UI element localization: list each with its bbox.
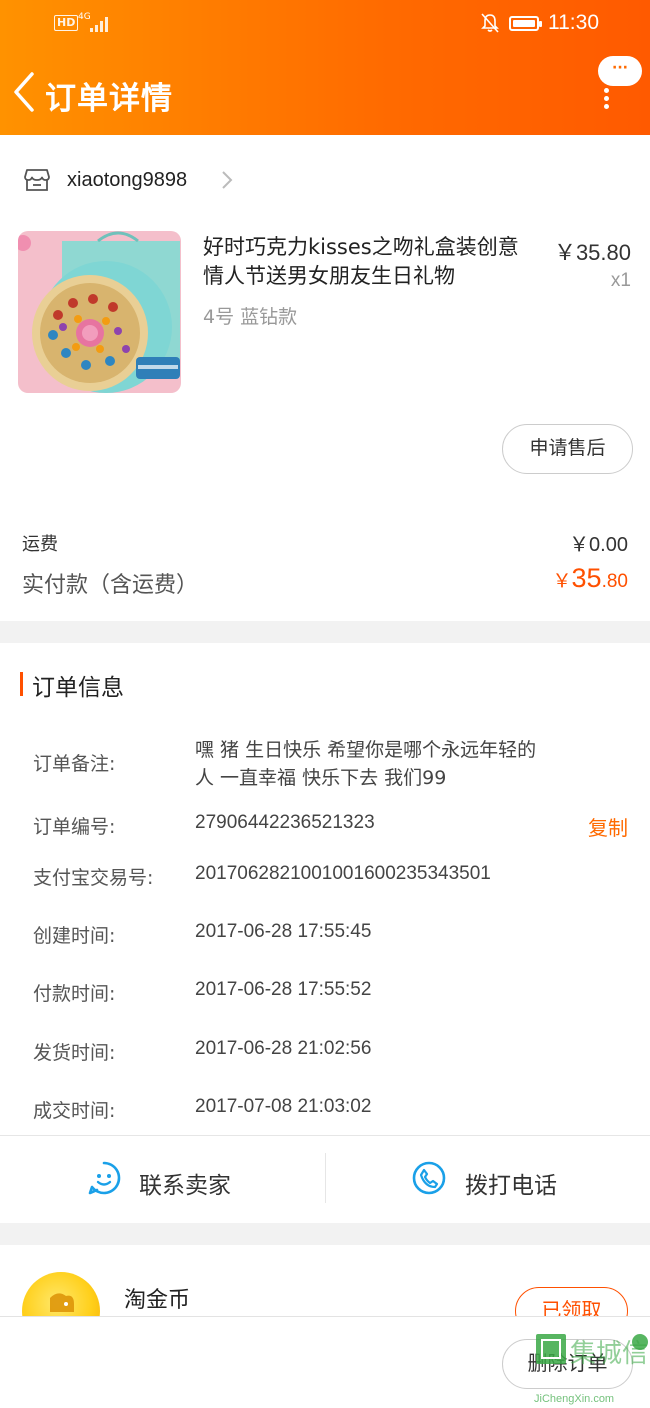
completed-time-value: 2017-07-08 21:03:02 (195, 1096, 372, 1117)
contact-seller-button[interactable]: 联系卖家 (0, 1146, 325, 1212)
shipped-time-label: 发货时间: (33, 1042, 116, 1064)
paid-currency: ￥ (552, 571, 572, 592)
product-title[interactable]: 好时巧克力kisses之吻礼盒装创意情人节送男女朋友生日礼物 (203, 233, 533, 291)
watermark-url: JiChengXin.com (534, 1393, 614, 1405)
paid-time-label: 付款时间: (33, 983, 116, 1005)
product-thumbnail[interactable] (18, 231, 181, 393)
more-menu-icon[interactable] (603, 88, 611, 109)
status-bar: HD 4G 11:30 (0, 0, 650, 50)
back-chevron-icon[interactable] (10, 70, 40, 114)
app-header: HD 4G 11:30 订单详情 ··· (0, 0, 650, 135)
contact-seller-label: 联系卖家 (139, 1173, 231, 1199)
order-detail-page: HD 4G 11:30 订单详情 ··· xiaotong9898 好时巧克力k… (0, 0, 650, 1408)
section-title: 订单信息 (32, 675, 124, 701)
coin-name: 淘金币 (124, 1288, 191, 1313)
order-number-value: 2790644223652132​3 (195, 812, 375, 833)
completed-time-label: 成交时间: (33, 1100, 116, 1122)
watermark-title: 集城信 (570, 1339, 648, 1369)
shipping-value: ￥0.00 (569, 534, 628, 556)
after-sale-button[interactable]: 申请售后 (502, 424, 633, 474)
mute-bell-icon (481, 13, 499, 33)
chevron-right-icon[interactable] (220, 170, 234, 190)
created-time-value: 2017-06-28 17:55:45 (195, 921, 372, 942)
status-time: 11:30 (548, 11, 599, 34)
alipay-trade-value: 2017062821001001600235343501 (195, 863, 491, 884)
order-product-card: xiaotong9898 好时巧克力kisses之吻礼盒装创意情人节送男女朋友生… (0, 135, 650, 621)
store-icon (24, 169, 50, 191)
created-time-label: 创建时间: (33, 925, 116, 947)
paid-amount: ￥35.80 (553, 563, 628, 594)
phone-icon (412, 1161, 446, 1195)
paid-decimal: .80 (601, 571, 628, 592)
battery-icon (509, 16, 542, 31)
paid-time-value: 2017-06-28 17:55:52 (195, 979, 372, 1000)
signal-icon (90, 16, 110, 32)
section-accent-bar (20, 672, 23, 696)
order-note-label: 订单备注: (33, 753, 116, 775)
page-title: 订单详情 (45, 81, 173, 117)
chat-smile-icon (88, 1161, 121, 1195)
order-info-card: 订单信息 订单备注: 嘿 猪 生日快乐 希望你是哪个永远年轻的人 一直幸福 快乐… (0, 643, 650, 1223)
paid-integer: 35 (571, 563, 602, 593)
alipay-trade-label: 支付宝交易号: (33, 867, 154, 889)
watermark-logo: 集城信 JiChengXin.com (534, 1334, 648, 1405)
divider (0, 1135, 650, 1136)
call-phone-button[interactable]: 拨打电话 (326, 1146, 650, 1212)
message-bubble-icon[interactable]: ··· (598, 56, 642, 86)
order-note-value: 嘿 猪 生日快乐 希望你是哪个永远年轻的人 一直幸福 快乐下去 我们99 (195, 739, 537, 789)
call-phone-label: 拨打电话 (465, 1173, 557, 1199)
product-price: ￥35.80 (553, 240, 631, 265)
network-type: 4G (78, 12, 91, 22)
copy-order-number-button[interactable]: 复制 (588, 812, 628, 841)
product-sku: 4号 蓝钻款 (203, 306, 298, 328)
shipping-label: 运费 (22, 534, 58, 555)
paid-label: 实付款（含运费） (22, 573, 199, 598)
order-number-label: 订单编号: (33, 816, 116, 838)
shipped-time-value: 2017-06-28 21:02:56 (195, 1038, 372, 1059)
product-quantity: x1 (610, 270, 631, 291)
hd-indicator: HD (54, 15, 79, 31)
store-name-link[interactable]: xiaotong9898 (67, 169, 187, 192)
